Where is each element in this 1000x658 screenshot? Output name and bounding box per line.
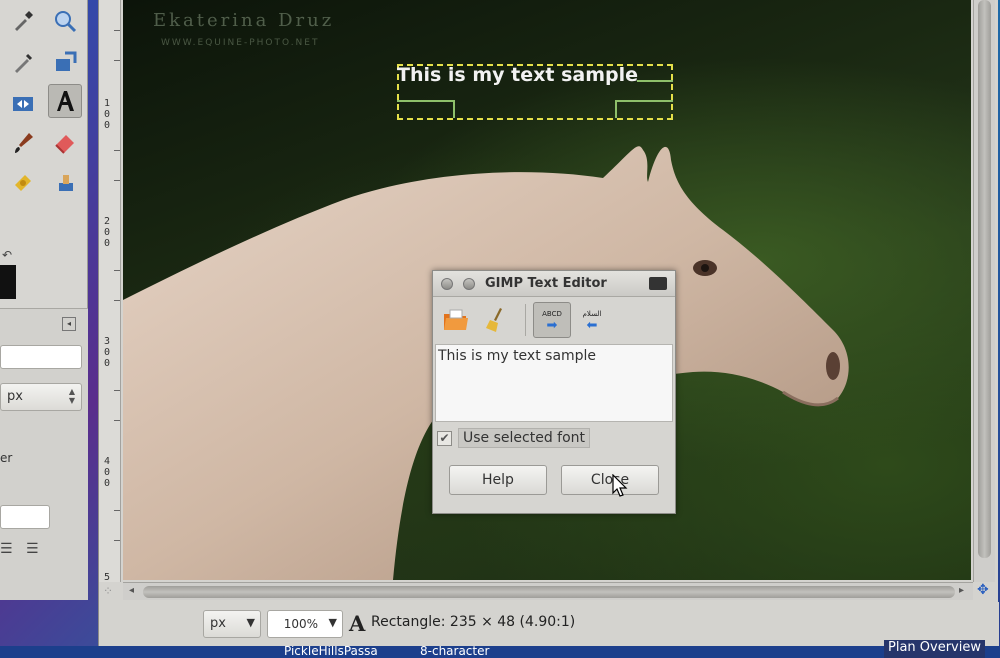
window-minimize-button[interactable] <box>463 278 475 290</box>
toolbox: ↶ ◂ px ▲ ▼ er ☰ ☰ <box>0 0 88 600</box>
ruler-mark-100: 1 0 0 <box>103 98 111 131</box>
taskbar-item[interactable]: 8-character <box>420 646 489 658</box>
justify-fill-icon[interactable]: ☰ <box>26 541 39 557</box>
ruler-mark-300: 3 0 0 <box>103 336 111 369</box>
clear-text-button[interactable] <box>477 302 515 338</box>
option-label: er <box>0 451 13 465</box>
close-button[interactable]: Close <box>561 465 659 495</box>
window-close-button[interactable] <box>441 278 453 290</box>
spinner-arrows-icon: ▲ ▼ <box>68 387 75 405</box>
vertical-scrollbar[interactable] <box>973 0 995 582</box>
horizontal-scroll-thumb[interactable] <box>143 586 955 598</box>
scroll-left-icon[interactable]: ◂ <box>129 585 134 596</box>
heal-tool[interactable] <box>6 166 40 200</box>
statusbar: px ▼ 100% ▼ A Rectangle: 235 × 48 (4.90:… <box>99 602 999 646</box>
measure-tool[interactable] <box>6 46 40 80</box>
foreground-color-swatch[interactable] <box>0 265 16 299</box>
chevron-down-icon: ▼ <box>328 616 337 629</box>
color-field[interactable] <box>0 505 50 529</box>
text-editor-dialog: GIMP Text Editor ABCD ➡ السلام ⬅ This is… <box>432 270 676 514</box>
arrow-left-icon: ⬅ <box>586 318 598 333</box>
move-tool[interactable] <box>48 46 82 80</box>
color-picker-tool[interactable] <box>6 4 40 38</box>
swap-colors-icon[interactable]: ↶ <box>2 248 12 262</box>
magnifier-icon <box>55 11 77 33</box>
status-unit-select[interactable]: px ▼ <box>203 610 261 638</box>
zoom-value: 100% <box>283 617 318 631</box>
text-box-handle-right[interactable] <box>615 100 673 118</box>
brush-icon <box>15 133 33 153</box>
text-tool[interactable] <box>48 84 82 118</box>
ruler-mark-400: 4 0 0 <box>103 456 111 489</box>
flip-tool[interactable] <box>6 86 40 120</box>
text-a-icon <box>57 91 74 111</box>
eraser-icon <box>55 135 74 154</box>
bandage-icon <box>15 175 31 191</box>
horizontal-scrollbar[interactable]: ◂ ▸ <box>123 582 973 600</box>
eyedropper-icon <box>15 11 33 31</box>
status-unit-value: px <box>210 616 226 631</box>
plan-overview-button[interactable]: Plan Overview <box>884 640 985 658</box>
unit-select-value: px <box>7 389 23 404</box>
text-editor-textarea[interactable]: This is my text sample <box>435 344 673 422</box>
unit-select[interactable]: px ▲ ▼ <box>0 383 82 411</box>
canvas-text-layer[interactable]: This is my text sample <box>397 64 638 86</box>
use-selected-font-label[interactable]: Use selected font <box>458 428 591 448</box>
dialog-toolbar: ABCD ➡ السلام ⬅ <box>433 298 675 342</box>
zoom-tool[interactable] <box>48 4 82 38</box>
scroll-right-icon[interactable]: ▸ <box>959 585 964 596</box>
help-button[interactable]: Help <box>449 465 547 495</box>
ruler-mark-500: 5 <box>103 572 111 582</box>
justify-left-icon[interactable]: ☰ <box>0 541 13 557</box>
paintbrush-tool[interactable] <box>6 126 40 160</box>
mouse-pointer-icon <box>612 474 628 497</box>
move-arrows-icon <box>56 51 77 71</box>
flip-icon <box>13 97 33 111</box>
panel-menu-icon[interactable]: ◂ <box>62 317 76 331</box>
open-file-button[interactable] <box>437 302 475 338</box>
window-menu-icon[interactable] <box>649 277 667 290</box>
status-message: Rectangle: 235 × 48 (4.90:1) <box>371 614 576 630</box>
toolbar-separator <box>525 304 526 336</box>
arrow-right-icon: ➡ <box>546 318 558 333</box>
use-selected-font-row[interactable]: ✔ Use selected font <box>437 427 591 449</box>
text-box-handle-top-right[interactable] <box>637 80 673 82</box>
rtl-direction-button[interactable]: السلام ⬅ <box>573 302 611 338</box>
broom-icon <box>486 308 502 332</box>
open-folder-icon <box>444 309 468 330</box>
stamp-icon <box>59 175 73 191</box>
font-field[interactable] <box>0 345 82 369</box>
tool-options-panel: ◂ px ▲ ▼ er ☰ ☰ <box>0 308 88 600</box>
quick-mask-icon[interactable]: ⁘ <box>103 584 113 598</box>
dialog-title: GIMP Text Editor <box>485 276 607 291</box>
taskbar: PickleHillsPassa 8-character <box>0 646 1000 658</box>
plan-overview-label: Plan Overview <box>888 640 981 655</box>
eraser-tool[interactable] <box>48 126 82 160</box>
clone-tool[interactable] <box>48 166 82 200</box>
ltr-direction-button[interactable]: ABCD ➡ <box>533 302 571 338</box>
vertical-scroll-thumb[interactable] <box>978 0 991 558</box>
dialog-titlebar[interactable]: GIMP Text Editor <box>433 271 675 297</box>
use-selected-font-checkbox[interactable]: ✔ <box>437 430 452 446</box>
navigate-icon[interactable]: ✥ <box>977 582 989 598</box>
vertical-ruler[interactable]: 1 0 0 2 0 0 3 0 0 4 0 0 5 <box>99 0 121 582</box>
taskbar-item[interactable]: PickleHillsPassa <box>284 646 378 658</box>
pen-icon <box>15 53 33 73</box>
zoom-select[interactable]: 100% ▼ <box>267 610 343 638</box>
text-tool-status-icon: A <box>349 611 366 636</box>
ruler-mark-200: 2 0 0 <box>103 216 111 249</box>
text-box-handle-left[interactable] <box>397 100 455 118</box>
chevron-down-icon: ▼ <box>246 616 255 629</box>
